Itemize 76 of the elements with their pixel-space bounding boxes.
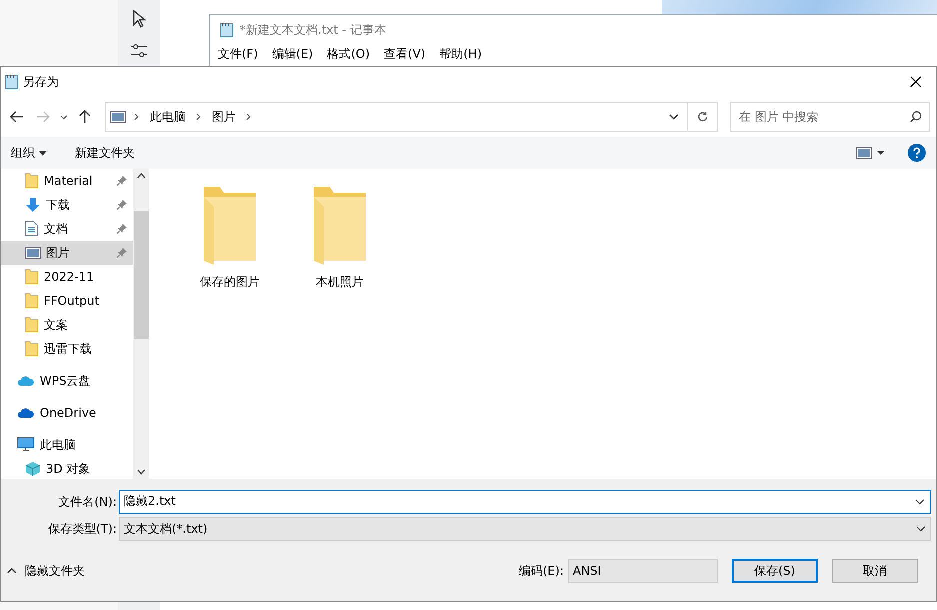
menu-item[interactable]: 格式(O) bbox=[327, 45, 370, 63]
caret-icon bbox=[7, 568, 17, 574]
file-type-dropdown[interactable]: 文本文档(*.txt) bbox=[119, 516, 931, 540]
folder-icon bbox=[25, 317, 39, 333]
folder-item[interactable]: 保存的图片 bbox=[179, 183, 281, 291]
nav-item[interactable]: 迅雷下载 bbox=[1, 337, 133, 361]
nav-item[interactable]: Material bbox=[1, 169, 133, 193]
save-button[interactable]: 保存(S) bbox=[732, 559, 818, 583]
scrollbar-thumb[interactable] bbox=[134, 211, 149, 339]
refresh-icon bbox=[696, 111, 708, 123]
file-type-label: 保存类型(T): bbox=[47, 520, 118, 538]
monitor-icon bbox=[17, 437, 35, 453]
dialog-title: 另存为 bbox=[23, 74, 59, 91]
notepad-icon bbox=[5, 74, 19, 90]
chevron-icon bbox=[196, 113, 202, 121]
cancel-button[interactable]: 取消 bbox=[832, 559, 918, 583]
caret-icon bbox=[876, 150, 886, 156]
caret-icon bbox=[60, 114, 68, 120]
nav-item[interactable]: 文档 bbox=[1, 217, 133, 241]
address-bar[interactable]: 此电脑 图片 bbox=[105, 102, 688, 132]
scroll-up-icon[interactable] bbox=[136, 173, 146, 179]
up-arrow-icon bbox=[79, 110, 91, 124]
cloud-icon bbox=[17, 407, 35, 419]
organize-button[interactable]: 组织 bbox=[11, 144, 47, 162]
nav-item[interactable]: WPS云盘 bbox=[1, 369, 133, 393]
cloud-icon bbox=[17, 375, 35, 387]
scroll-down-icon[interactable] bbox=[136, 469, 146, 475]
breadcrumb-item[interactable]: 此电脑 bbox=[148, 108, 188, 126]
filename-field[interactable]: 隐藏2.txt bbox=[119, 490, 931, 514]
chevron-icon bbox=[246, 113, 252, 121]
left-arrow-icon bbox=[10, 111, 24, 123]
folder-icon bbox=[25, 173, 39, 189]
nav-item[interactable]: 图片 bbox=[1, 241, 133, 265]
dropdown-icon bbox=[916, 526, 926, 532]
nav-item[interactable]: 此电脑 bbox=[1, 433, 133, 457]
menu-item[interactable]: 文件(F) bbox=[218, 45, 258, 63]
chevron-icon bbox=[134, 113, 140, 121]
cursor-icon[interactable] bbox=[132, 10, 146, 28]
encoding-dropdown[interactable]: ANSI bbox=[568, 559, 718, 583]
nav-item[interactable]: OneDrive bbox=[1, 401, 133, 425]
sliders-icon[interactable] bbox=[131, 44, 147, 58]
nav-item[interactable]: 下载 bbox=[1, 193, 133, 217]
nav-item[interactable]: FFOutput bbox=[1, 289, 133, 313]
filename-label: 文件名(N): bbox=[58, 494, 118, 510]
right-arrow-icon bbox=[36, 111, 50, 123]
encoding-label: 编码(E): bbox=[519, 563, 564, 580]
down-arrow-icon bbox=[25, 197, 41, 213]
close-icon bbox=[910, 76, 922, 88]
document-icon bbox=[25, 221, 39, 237]
caret-icon bbox=[39, 150, 47, 156]
nav-item[interactable]: 2022-11 bbox=[1, 265, 133, 289]
folder-item[interactable]: 本机照片 bbox=[289, 183, 391, 291]
dropdown-icon[interactable] bbox=[669, 114, 679, 120]
nav-item[interactable]: 文案 bbox=[1, 313, 133, 337]
dropdown-icon[interactable] bbox=[915, 498, 925, 504]
breadcrumb-item[interactable]: 图片 bbox=[210, 108, 238, 126]
new-folder-button[interactable]: 新建文件夹 bbox=[75, 144, 135, 162]
search-field[interactable]: 在 图片 中搜索 bbox=[730, 102, 930, 132]
notepad-icon bbox=[220, 22, 234, 38]
help-icon bbox=[908, 144, 926, 162]
menu-item[interactable]: 编辑(E) bbox=[272, 45, 314, 63]
menu-item[interactable]: 查看(V) bbox=[384, 45, 426, 63]
window-title: *新建文本文档.txt - 记事本 bbox=[240, 22, 386, 39]
hide-folders-toggle[interactable]: 隐藏文件夹 bbox=[7, 562, 85, 580]
folder-icon bbox=[25, 293, 39, 309]
picture-icon bbox=[25, 247, 41, 259]
menu-item[interactable]: 帮助(H) bbox=[440, 45, 482, 63]
picture-icon bbox=[110, 111, 126, 123]
view-button[interactable] bbox=[856, 147, 886, 159]
folder-icon bbox=[25, 341, 39, 357]
refresh-button[interactable] bbox=[688, 102, 718, 132]
search-icon bbox=[910, 111, 922, 123]
folder-icon bbox=[25, 269, 39, 285]
cube-icon bbox=[25, 461, 41, 477]
help-button[interactable] bbox=[908, 144, 926, 162]
picture-icon bbox=[856, 147, 872, 159]
